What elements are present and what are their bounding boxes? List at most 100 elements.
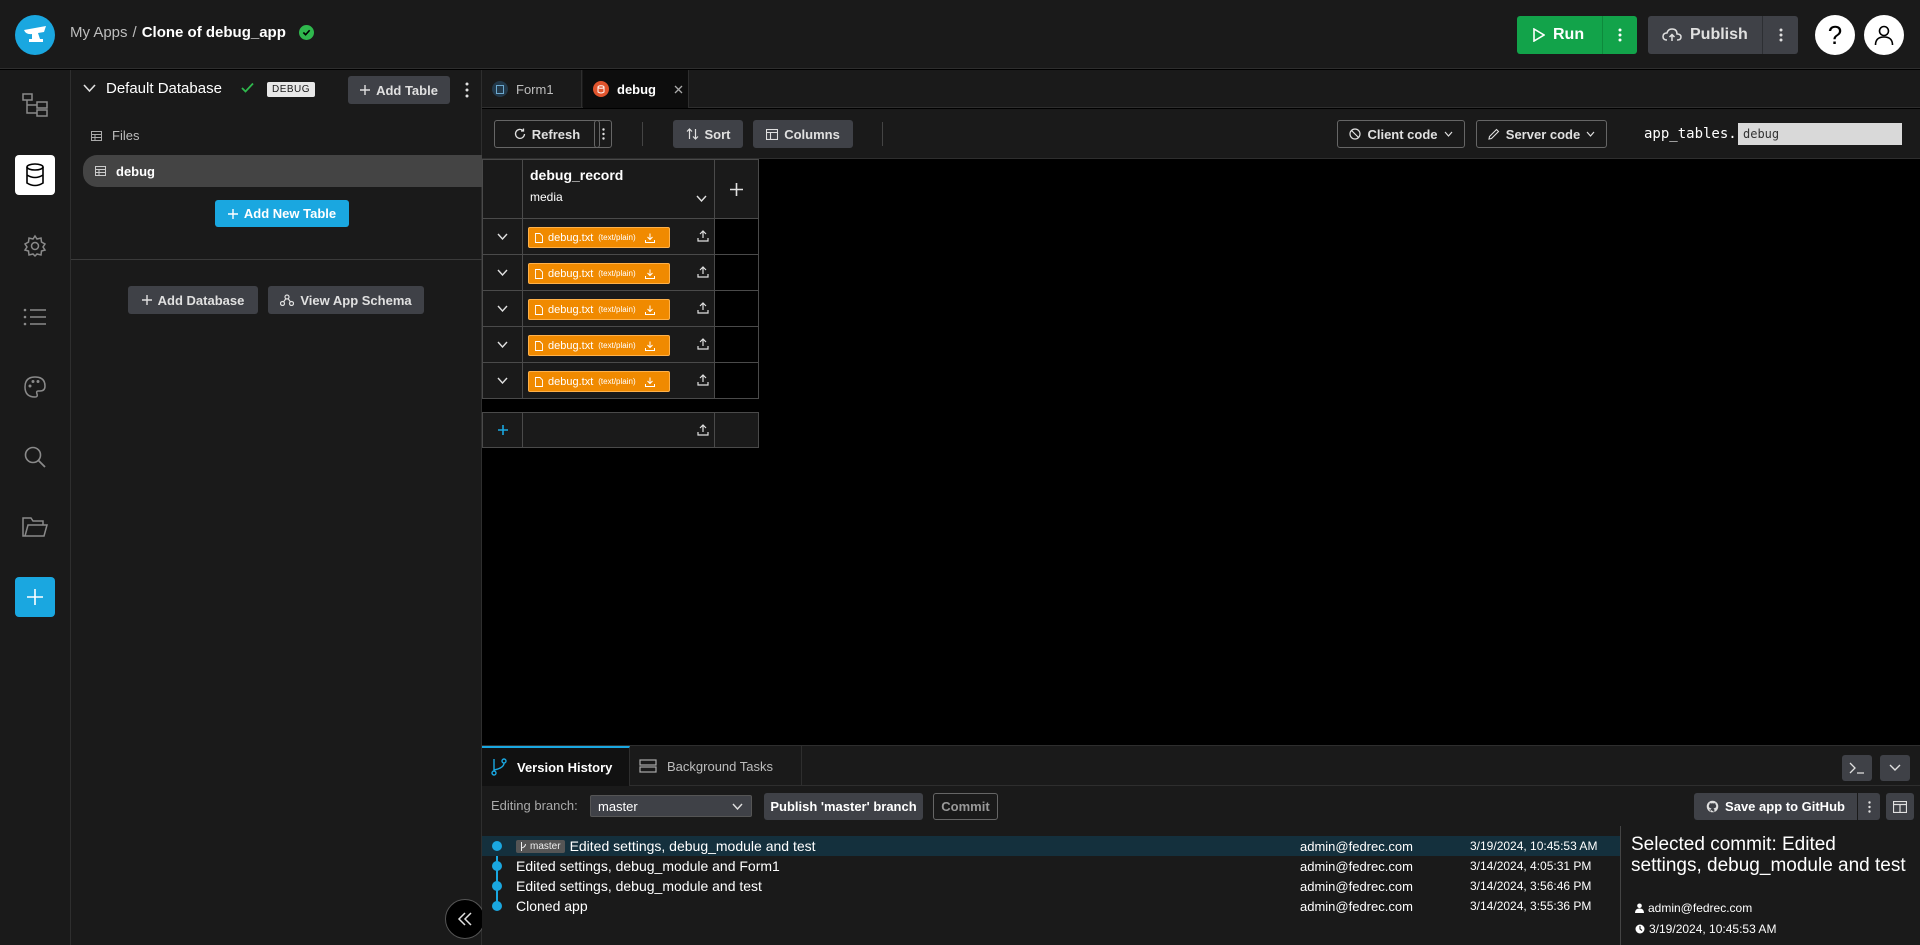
branch-select[interactable]: master: [590, 795, 752, 817]
chevron-down-icon[interactable]: [83, 84, 96, 93]
add-column-button[interactable]: [714, 159, 759, 219]
commit-row[interactable]: Edited settings, debug_module and Form1 a…: [482, 856, 1620, 876]
commit-message: master Edited settings, debug_module and …: [516, 838, 816, 854]
split-layout-button[interactable]: [1886, 793, 1914, 820]
media-cell[interactable]: debug.txt (text/plain): [522, 326, 715, 363]
add-row-button[interactable]: [482, 412, 523, 448]
media-file-name: debug.txt: [548, 375, 594, 388]
tab-version-history[interactable]: Version History: [482, 746, 630, 786]
publish-menu-button[interactable]: [1762, 16, 1798, 54]
commit-row[interactable]: Edited settings, debug_module and test ad…: [482, 876, 1620, 896]
upload-icon[interactable]: [697, 424, 709, 436]
row-expand-button[interactable]: [482, 290, 523, 327]
upload-icon[interactable]: [697, 302, 709, 314]
row-expand-button[interactable]: [482, 326, 523, 363]
commit-button[interactable]: Commit: [933, 793, 998, 820]
server-code-label: Server code: [1505, 126, 1581, 142]
media-file-chip[interactable]: debug.txt (text/plain): [528, 335, 670, 356]
database-title[interactable]: Default Database: [106, 80, 222, 97]
vertical-dots-icon: [1867, 800, 1871, 813]
columns-icon: [766, 128, 779, 140]
media-cell[interactable]: debug.txt (text/plain): [522, 290, 715, 327]
publish-button[interactable]: Publish: [1648, 16, 1798, 54]
upload-icon[interactable]: [697, 374, 709, 386]
tab-debug[interactable]: debug: [583, 70, 689, 108]
theme-palette-icon[interactable]: [15, 367, 55, 407]
double-chevron-left-icon: [457, 912, 472, 926]
media-file-chip[interactable]: debug.txt (text/plain): [528, 227, 670, 248]
media-cell[interactable]: debug.txt (text/plain): [522, 362, 715, 399]
columns-button[interactable]: Columns: [753, 120, 853, 148]
row-expand-button[interactable]: [482, 362, 523, 399]
chevron-down-icon: [497, 233, 508, 240]
save-to-github-button[interactable]: Save app to GitHub: [1694, 793, 1857, 820]
collapse-panel-button[interactable]: [445, 899, 485, 939]
add-database-button[interactable]: Add Database: [128, 286, 258, 314]
commit-date: 3/19/2024, 10:45:53 AM: [1470, 839, 1598, 853]
upload-icon[interactable]: [697, 266, 709, 278]
app-name[interactable]: Clone of debug_app: [142, 24, 286, 41]
commit-date: 3/14/2024, 3:55:36 PM: [1470, 899, 1592, 913]
download-icon[interactable]: [644, 341, 655, 351]
chevron-down-icon[interactable]: [696, 195, 707, 202]
settings-gear-icon[interactable]: [15, 226, 55, 266]
github-menu-button[interactable]: [1858, 793, 1880, 820]
refresh-button[interactable]: Refresh: [494, 120, 600, 148]
download-icon[interactable]: [644, 305, 655, 315]
run-menu-button[interactable]: [1602, 16, 1637, 54]
media-file-chip[interactable]: debug.txt (text/plain): [528, 371, 670, 392]
add-new-table-button[interactable]: Add New Table: [215, 200, 349, 227]
commit-row[interactable]: Cloned app admin@fedrec.com 3/14/2024, 3:5…: [482, 896, 1620, 916]
help-button[interactable]: ?: [1815, 15, 1855, 55]
search-icon[interactable]: [15, 437, 55, 477]
vertical-dots-icon: [1618, 28, 1622, 42]
vertical-dots-icon: [1779, 28, 1782, 42]
chevron-down-icon: [1889, 764, 1901, 771]
commit-row[interactable]: master Edited settings, debug_module and …: [482, 836, 1620, 856]
close-icon[interactable]: [674, 85, 683, 94]
user-account-icon[interactable]: [1864, 15, 1904, 55]
media-file-chip[interactable]: debug.txt (text/plain): [528, 263, 670, 284]
media-mime-type: (text/plain): [598, 341, 636, 350]
view-app-schema-button[interactable]: View App Schema: [268, 286, 424, 314]
list-icon[interactable]: [15, 297, 55, 337]
media-cell[interactable]: debug.txt (text/plain): [522, 254, 715, 291]
new-row-media-cell[interactable]: [522, 412, 715, 448]
table-menu-button[interactable]: [594, 120, 612, 148]
app-browser-icon[interactable]: [15, 85, 55, 125]
add-plus-icon[interactable]: [15, 577, 55, 617]
client-code-button[interactable]: Client code: [1337, 120, 1465, 148]
database-icon[interactable]: [15, 155, 55, 195]
database-menu-button[interactable]: [458, 76, 476, 104]
view-app-schema-label: View App Schema: [300, 292, 412, 308]
row-expand-button[interactable]: [482, 254, 523, 291]
app-tables-name-input[interactable]: [1738, 123, 1902, 145]
row-header-corner: [482, 159, 523, 219]
download-icon[interactable]: [644, 269, 655, 279]
folder-icon[interactable]: [15, 507, 55, 547]
upload-icon[interactable]: [697, 230, 709, 242]
commit-message-text: Cloned app: [516, 898, 588, 914]
debug-table-item[interactable]: debug: [83, 155, 482, 187]
download-icon[interactable]: [644, 233, 655, 243]
cloud-upload-icon: [1662, 28, 1682, 41]
server-code-button[interactable]: Server code: [1476, 120, 1607, 148]
tab-form1[interactable]: Form1: [482, 70, 582, 108]
breadcrumb-my-apps[interactable]: My Apps: [70, 24, 128, 41]
files-table-item[interactable]: Files: [91, 128, 139, 143]
download-icon[interactable]: [644, 377, 655, 387]
upload-icon[interactable]: [697, 338, 709, 350]
anvil-logo-icon[interactable]: [15, 15, 55, 55]
media-cell[interactable]: debug.txt (text/plain): [522, 218, 715, 255]
media-file-chip[interactable]: debug.txt (text/plain): [528, 299, 670, 320]
editing-branch-label: Editing branch:: [491, 798, 578, 813]
publish-branch-button[interactable]: Publish 'master' branch: [764, 793, 923, 820]
tab-background-tasks[interactable]: Background Tasks: [630, 746, 802, 786]
column-header[interactable]: debug_record media: [522, 159, 715, 219]
collapse-bottom-panel-button[interactable]: [1880, 755, 1910, 781]
run-button[interactable]: Run: [1517, 16, 1637, 54]
add-table-button[interactable]: Add Table: [348, 76, 450, 104]
row-expand-button[interactable]: [482, 218, 523, 255]
terminal-button[interactable]: [1842, 755, 1872, 781]
sort-button[interactable]: Sort: [673, 120, 743, 148]
